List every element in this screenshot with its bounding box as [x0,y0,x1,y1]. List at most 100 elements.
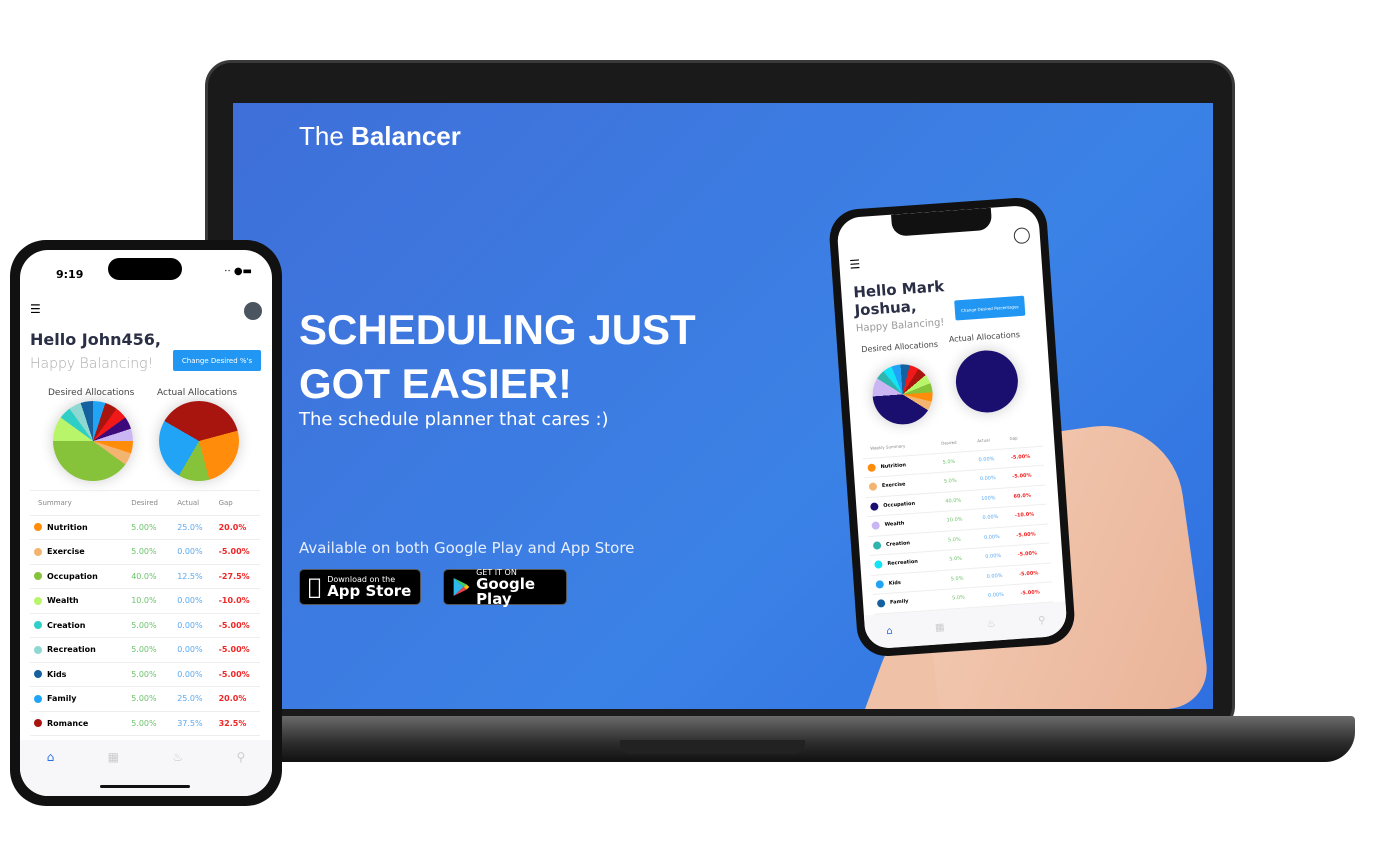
calendar-icon[interactable]: ▦ [935,622,945,634]
home-icon[interactable]: ⌂ [886,625,893,636]
actual-value: 0.00% [987,592,1005,600]
search-icon[interactable]: ⚲ [1038,614,1046,625]
actual-value: 0.00% [978,455,995,463]
dynamic-island [108,258,182,280]
category-color-dot [34,694,42,703]
column-header[interactable]: Weekly Summary [862,441,941,452]
category-name: Exercise [47,547,85,557]
table-row[interactable]: Recreation 5.00% 0.00% -5.00% [30,638,260,663]
gap-value: 32.5% [218,718,247,728]
category-name: Recreation [887,558,919,568]
gap-value: -5.00% [1018,570,1039,578]
desired-title: Desired Allocations [48,388,135,398]
actual-value: 37.5% [177,718,203,728]
category-color-dot [872,540,882,550]
brand-light: The [299,121,344,151]
change-desired-button[interactable]: Change Desired %'s [173,350,261,371]
table-row[interactable]: Occupation 40.0% 12.5% -27.5% [30,565,260,589]
desired-value: 40.0% [131,571,157,581]
table-row[interactable]: Creation 5.00% 0.00% -5.00% [30,614,260,638]
avatar[interactable] [244,302,262,320]
desired-value: 10.0% [946,516,963,524]
actual-title: Actual Allocations [948,330,1021,344]
greeting: Hello Mark Joshua, [852,277,945,320]
category-color-dot [34,596,42,605]
gap-value: -5.00% [1016,531,1036,539]
category-name: Family [47,694,77,704]
gap-value: -5.00% [218,645,250,655]
table-row[interactable]: Nutrition 5.00% 25.0% 20.0% [30,516,260,540]
desired-value: 5.0% [947,536,961,544]
column-header: Actual [977,437,990,444]
search-icon[interactable]: ⚲ [236,750,245,764]
category-cell: Occupation [866,497,946,511]
category-cell: Recreation [30,645,131,654]
category-color-dot [34,670,42,679]
left-phone-mockup: 9:19 ⋅⋅ ●▬ ☰ Hello John456, Happy Balanc… [10,240,282,806]
actual-value: 0.00% [177,620,203,630]
desired-value: 5.00% [131,522,157,532]
subgreeting: Happy Balancing! [30,356,154,372]
summary-table: Weekly Summary Desired Actual Gap Nutrition… [861,426,1054,615]
apple-icon:  [308,575,321,600]
actual-value: 25.0% [177,694,203,704]
desired-value: 5.00% [131,718,157,728]
calendar-icon[interactable]: ▦ [108,750,119,764]
category-name: Occupation [47,571,98,581]
category-name: Kids [47,669,67,679]
app-store-button[interactable]:  Download on theApp Store [299,569,421,605]
column-header: Actual [177,498,200,507]
table-row[interactable]: Romance 5.00% 37.5% 32.5% [30,712,260,736]
category-cell: Exercise [865,478,945,492]
table-row[interactable]: Family 5.00% 25.0% 20.0% [30,687,260,712]
desired-pie-chart [870,362,935,427]
column-header: Gap [218,498,233,507]
column-header: Desired [131,498,158,507]
actual-value: 100% [981,494,996,502]
bell-icon[interactable]: ♨ [986,618,996,630]
category-cell: Family [873,595,953,609]
gap-value: -5.00% [1012,472,1032,481]
laptop-base [205,716,1355,762]
category-cell: Family [30,694,131,703]
category-cell: Exercise [30,547,131,556]
category-cell: Creation [869,536,949,550]
right-phone-mockup: ☰ Hello Mark Joshua, Happy Balancing! Ch… [827,195,1077,659]
column-header[interactable]: Summary [30,499,131,507]
actual-value: 0.00% [979,475,996,483]
desired-value: 40.0% [945,497,962,505]
category-name: Kids [888,579,902,587]
gap-value: 60.0% [1013,492,1032,500]
category-name: Romance [47,718,89,728]
category-color-dot [34,719,42,728]
table-row[interactable]: Exercise 5.00% 0.00% -5.00% [30,540,260,565]
gap-value: -5.00% [218,669,250,679]
category-name: Occupation [883,500,916,509]
gap-value: -10.0% [1014,511,1035,520]
table-row[interactable]: Kids 5.00% 0.00% -5.00% [30,663,260,687]
phone-notch [891,207,993,237]
category-name: Family [889,598,909,606]
change-desired-button[interactable]: Change Desired Percentages [954,295,1026,321]
home-icon[interactable]: ⌂ [47,750,55,764]
table-row[interactable]: Wealth 10.0% 0.00% -10.0% [30,589,260,614]
category-color-dot [875,579,885,589]
menu-icon[interactable]: ☰ [849,257,861,272]
gap-value: -5.00% [218,547,250,557]
category-name: Exercise [881,481,906,490]
category-color-dot [876,599,886,608]
menu-icon[interactable]: ☰ [30,302,41,316]
category-cell: Occupation [30,572,131,581]
bell-icon[interactable]: ♨ [172,750,183,764]
category-color-dot [868,482,878,492]
google-play-button[interactable]: GET IT ON Google Play [443,568,567,606]
status-time: 9:19 [56,268,84,281]
desired-value: 5.0% [943,478,957,485]
category-name: Nutrition [880,462,907,470]
category-name: Creation [47,620,86,630]
gap-value: -5.00% [1017,550,1038,558]
avatar[interactable] [1013,227,1031,245]
desired-value: 5.0% [950,575,964,583]
home-indicator [100,785,190,788]
desired-pie-chart [53,401,133,481]
